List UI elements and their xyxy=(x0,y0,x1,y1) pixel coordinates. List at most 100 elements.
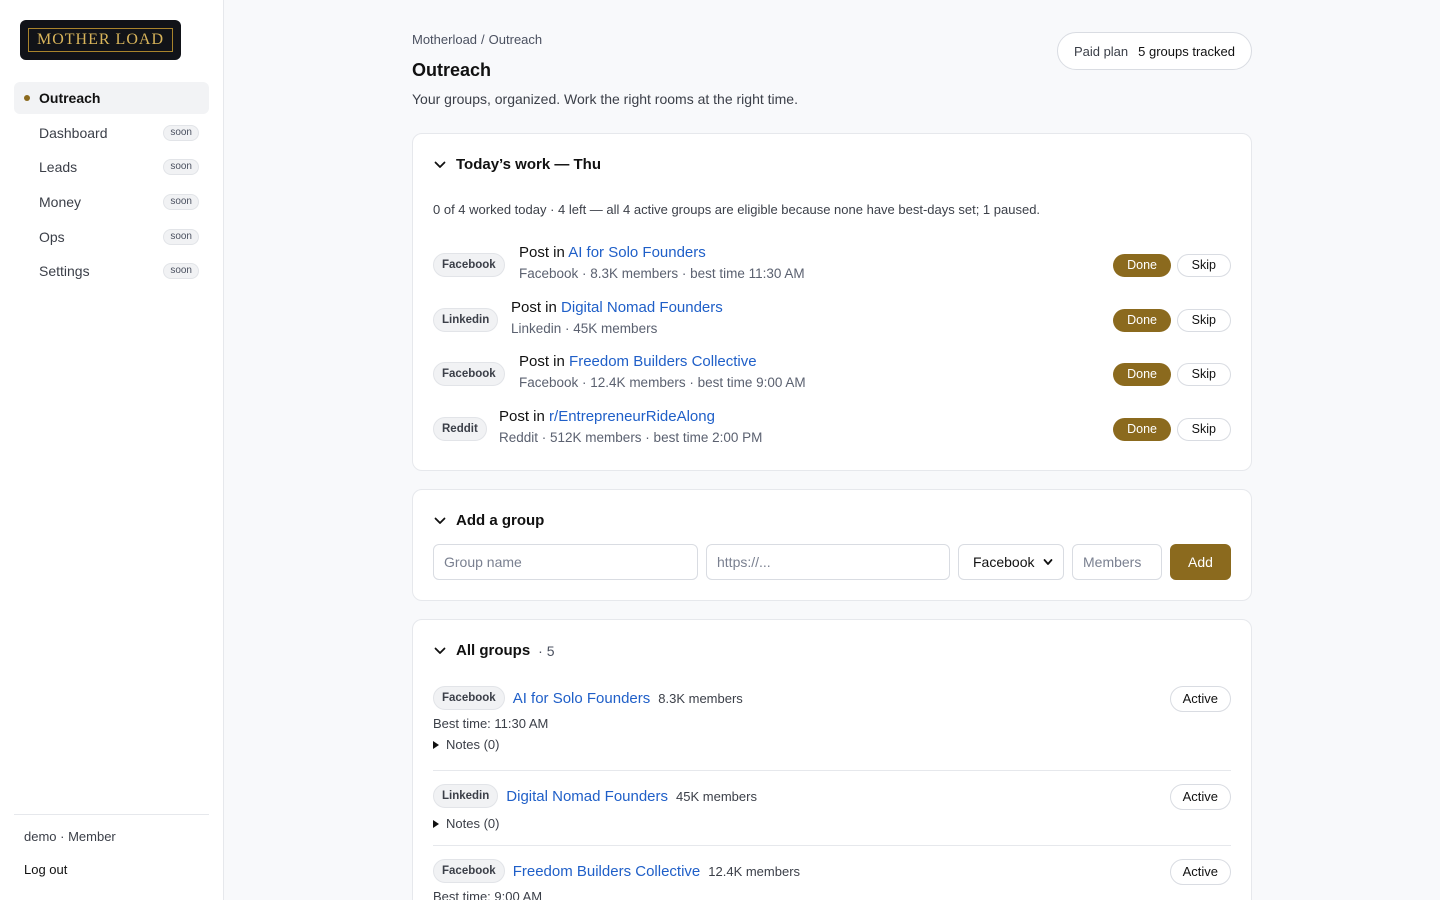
done-button[interactable]: Done xyxy=(1113,363,1171,386)
post-prefix: Post in xyxy=(511,299,557,316)
sidebar-item-money[interactable]: Money soon xyxy=(14,186,209,218)
add-group-toggle[interactable]: Add a group xyxy=(433,512,544,529)
user-info: demo · Member xyxy=(24,829,116,844)
task-meta: Linkedin · 45K members xyxy=(511,321,658,336)
group-link[interactable]: r/EntrepreneurRideAlong xyxy=(549,408,715,425)
status-toggle[interactable]: Active xyxy=(1169,686,1231,712)
logo-text: MOTHER LOAD xyxy=(28,28,173,52)
status-toggle[interactable]: Active xyxy=(1169,784,1231,810)
sidebar-item-outreach[interactable]: Outreach xyxy=(14,82,209,114)
notes-label: Notes (0) xyxy=(446,816,500,831)
row-divider xyxy=(433,770,1231,771)
page-subtitle: Your groups, organized. Work the right r… xyxy=(412,91,798,107)
breadcrumb: Motherload / Outreach xyxy=(412,32,546,47)
chevron-down-icon xyxy=(434,647,446,654)
group-url-input[interactable] xyxy=(706,544,950,580)
platform-badge: Reddit xyxy=(433,417,487,441)
todays-work-card: Today’s work — Thu 0 of 4 worked today ·… xyxy=(412,133,1252,471)
sidebar-item-label: Dashboard xyxy=(39,124,108,141)
platform-badge: Linkedin xyxy=(433,784,499,808)
add-group-card: Add a group Facebook Add xyxy=(412,489,1252,601)
platform-badge: Facebook xyxy=(433,859,505,883)
disclosure-triangle-icon xyxy=(433,740,439,749)
group-link[interactable]: Digital Nomad Founders xyxy=(506,788,668,805)
task-meta: Reddit · 512K members · best time 2:00 P… xyxy=(499,430,763,445)
platform-badge: Linkedin xyxy=(433,308,499,332)
notes-toggle[interactable]: Notes (0) xyxy=(433,737,1231,752)
chevron-down-icon xyxy=(434,517,446,524)
plan-status-pill: Paid plan 5 groups tracked xyxy=(1056,32,1252,70)
sidebar-item-label: Outreach xyxy=(39,90,101,106)
task-item: Linkedin Post in Digital Nomad Founders … xyxy=(433,298,1231,342)
task-item: Facebook Post in Freedom Builders Collec… xyxy=(433,352,1231,396)
task-item: Facebook Post in AI for Solo Founders Fa… xyxy=(433,243,1231,287)
group-count: · 5 xyxy=(538,642,555,659)
platform-badge: Facebook xyxy=(433,362,505,386)
post-prefix: Post in xyxy=(519,353,565,370)
breadcrumb-root[interactable]: Motherload xyxy=(412,32,477,47)
add-button[interactable]: Add xyxy=(1170,544,1231,580)
soon-badge: soon xyxy=(163,228,199,245)
all-groups-toggle[interactable]: All groups · 5 xyxy=(433,642,555,659)
disclosure-triangle-icon xyxy=(433,819,439,828)
soon-badge: soon xyxy=(163,159,199,176)
soon-badge: soon xyxy=(163,194,199,211)
breadcrumb-separator: / xyxy=(481,32,485,47)
sidebar-nav: Outreach Dashboard soon Leads soon Money… xyxy=(14,82,209,290)
member-count: 12.4K members xyxy=(708,863,801,879)
post-prefix: Post in xyxy=(499,408,545,425)
sidebar-item-label: Ops xyxy=(39,228,65,245)
platform-badge: Facebook xyxy=(433,253,505,277)
sidebar-item-dashboard[interactable]: Dashboard soon xyxy=(14,117,209,149)
skip-button[interactable]: Skip xyxy=(1176,418,1231,441)
brand-logo[interactable]: MOTHER LOAD xyxy=(20,20,181,60)
best-time: Best time: 9:00 AM xyxy=(433,889,543,900)
group-link[interactable]: Freedom Builders Collective xyxy=(569,353,757,370)
all-groups-heading: All groups xyxy=(456,642,531,659)
all-groups-card: All groups · 5 Facebook AI for Solo Foun… xyxy=(412,619,1252,900)
today-summary: 0 of 4 worked today · 4 left — all 4 act… xyxy=(433,202,1041,217)
todays-work-heading: Today’s work — Thu xyxy=(456,156,602,173)
soon-badge: soon xyxy=(163,263,199,280)
platform-badge: Facebook xyxy=(433,686,505,710)
breadcrumb-current: Outreach xyxy=(488,32,543,47)
sidebar-item-ops[interactable]: Ops soon xyxy=(14,221,209,253)
active-dot-icon xyxy=(24,95,30,101)
group-row: Linkedin Digital Nomad Founders 45K memb… xyxy=(433,784,1231,831)
status-toggle[interactable]: Active xyxy=(1169,859,1231,885)
groups-tracked: 5 groups tracked xyxy=(1138,43,1235,59)
best-time: Best time: 11:30 AM xyxy=(433,716,549,731)
notes-label: Notes (0) xyxy=(446,737,500,752)
done-button[interactable]: Done xyxy=(1113,254,1171,277)
skip-button[interactable]: Skip xyxy=(1176,254,1231,277)
group-row: Facebook AI for Solo Founders 8.3K membe… xyxy=(433,686,1231,752)
sidebar-footer: demo · Member Log out xyxy=(14,814,209,879)
group-row: Facebook Freedom Builders Collective 12.… xyxy=(433,859,1231,900)
todays-work-toggle[interactable]: Today’s work — Thu xyxy=(433,156,601,173)
group-link[interactable]: Freedom Builders Collective xyxy=(513,863,701,880)
group-name-input[interactable] xyxy=(433,544,698,580)
sidebar-item-label: Leads xyxy=(39,159,78,176)
sidebar-item-leads[interactable]: Leads soon xyxy=(14,151,209,183)
skip-button[interactable]: Skip xyxy=(1176,363,1231,386)
platform-select[interactable]: Facebook xyxy=(958,544,1064,580)
sidebar-item-label: Settings xyxy=(39,263,90,280)
skip-button[interactable]: Skip xyxy=(1176,309,1231,332)
sidebar-item-settings[interactable]: Settings soon xyxy=(14,255,209,287)
done-button[interactable]: Done xyxy=(1113,309,1171,332)
group-link[interactable]: Digital Nomad Founders xyxy=(561,299,723,316)
members-input[interactable] xyxy=(1072,544,1162,580)
task-meta: Facebook · 8.3K members · best time 11:3… xyxy=(519,266,805,281)
sidebar-item-label: Money xyxy=(39,194,82,211)
chevron-down-icon xyxy=(1043,559,1053,565)
group-link[interactable]: AI for Solo Founders xyxy=(568,244,706,261)
group-link[interactable]: AI for Solo Founders xyxy=(513,690,651,707)
sidebar: MOTHER LOAD Outreach Dashboard soon Lead… xyxy=(0,0,224,900)
logout-link[interactable]: Log out xyxy=(24,862,67,877)
notes-toggle[interactable]: Notes (0) xyxy=(433,816,1231,831)
member-count: 8.3K members xyxy=(658,690,743,706)
post-prefix: Post in xyxy=(519,244,565,261)
plan-label: Paid plan xyxy=(1073,43,1129,59)
member-count: 45K members xyxy=(676,788,757,804)
done-button[interactable]: Done xyxy=(1113,418,1171,441)
